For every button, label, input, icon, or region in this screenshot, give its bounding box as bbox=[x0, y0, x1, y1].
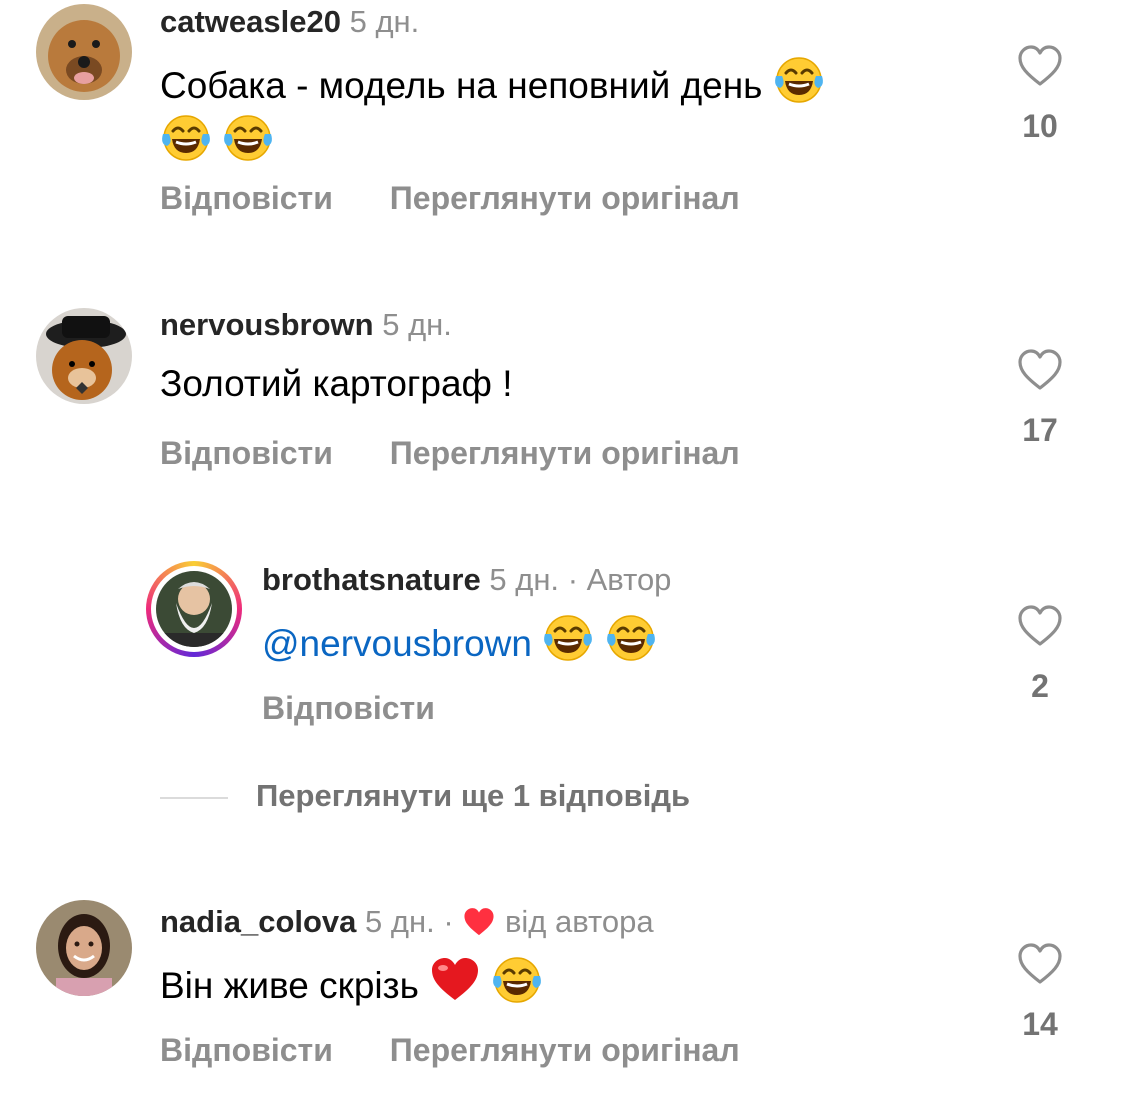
comment-text: Він живе скрізь bbox=[160, 954, 543, 1012]
username[interactable]: nadia_colova bbox=[160, 904, 356, 939]
like-count: 14 bbox=[1022, 1006, 1058, 1042]
username[interactable]: catweasle20 bbox=[160, 4, 341, 39]
timestamp: 5 дн. bbox=[382, 307, 452, 342]
username[interactable]: nervousbrown bbox=[160, 307, 374, 342]
laugh-emoji-icon bbox=[492, 956, 543, 1004]
comment-actions: Відповісти Переглянути оригінал bbox=[160, 1030, 740, 1070]
comment-body: Він живе скрізь bbox=[160, 965, 419, 1006]
heart-outline-icon[interactable] bbox=[1017, 348, 1063, 392]
replies-divider-line bbox=[160, 796, 228, 799]
reply-button[interactable]: Відповісти bbox=[160, 435, 333, 471]
like-count: 2 bbox=[1031, 668, 1049, 704]
comment-body: Золотий картограф ! bbox=[160, 363, 513, 404]
reply-button[interactable]: Відповісти bbox=[160, 180, 333, 216]
reply-button[interactable]: Відповісти bbox=[160, 1032, 333, 1068]
like-control: 14 bbox=[1010, 942, 1070, 1043]
laugh-emoji-icon bbox=[605, 614, 656, 662]
comment-actions: Відповісти bbox=[262, 688, 435, 728]
laugh-emoji-icon bbox=[773, 56, 825, 104]
comment-text: Золотий картограф ! bbox=[160, 358, 513, 410]
heart-outline-icon[interactable] bbox=[1017, 604, 1063, 648]
avatar[interactable] bbox=[36, 308, 132, 404]
view-more-replies-button[interactable]: Переглянути ще 1 відповідь bbox=[160, 778, 690, 814]
author-badge: · Автор bbox=[567, 562, 672, 597]
laugh-emoji-icon bbox=[542, 614, 594, 662]
heart-filled-icon bbox=[464, 908, 494, 936]
separator-dot: · bbox=[443, 904, 454, 939]
heart-outline-icon[interactable] bbox=[1017, 44, 1063, 88]
like-control: 17 bbox=[1010, 348, 1070, 449]
comment-meta: catweasle20 5 дн. bbox=[160, 2, 419, 42]
comment-text: @nervousbrown bbox=[262, 612, 657, 670]
timestamp: 5 дн. bbox=[349, 4, 420, 39]
view-original-button[interactable]: Переглянути оригінал bbox=[390, 435, 740, 471]
comment-meta: brothatsnature 5 дн. · Автор bbox=[262, 560, 671, 600]
liked-by-author-label: від автора bbox=[504, 904, 654, 939]
comment-actions: Відповісти Переглянути оригінал bbox=[160, 178, 740, 218]
like-count: 10 bbox=[1022, 108, 1058, 144]
like-control: 10 bbox=[1010, 44, 1070, 145]
heart-outline-icon[interactable] bbox=[1017, 942, 1063, 986]
view-more-replies-label: Переглянути ще 1 відповідь bbox=[256, 778, 691, 813]
comment-body: Собака - модель на неповний день bbox=[160, 65, 763, 106]
mention-link[interactable]: @nervousbrown bbox=[262, 623, 532, 664]
red-heart-emoji-icon bbox=[432, 958, 479, 1000]
view-original-button[interactable]: Переглянути оригінал bbox=[390, 180, 740, 216]
view-original-button[interactable]: Переглянути оригінал bbox=[390, 1032, 740, 1068]
avatar[interactable] bbox=[36, 900, 132, 996]
timestamp: 5 дн. bbox=[489, 562, 560, 597]
comment-actions: Відповісти Переглянути оригінал bbox=[160, 433, 740, 473]
laugh-emoji-icon bbox=[222, 114, 274, 162]
comment-meta: nadia_colova 5 дн. · від автора bbox=[160, 902, 654, 942]
laugh-emoji-icon bbox=[160, 114, 212, 162]
comment-meta: nervousbrown 5 дн. bbox=[160, 305, 452, 345]
username[interactable]: brothatsnature bbox=[262, 562, 481, 597]
like-count: 17 bbox=[1022, 412, 1058, 448]
reply-button[interactable]: Відповісти bbox=[262, 690, 435, 726]
like-control: 2 bbox=[1010, 604, 1070, 705]
avatar-story-ring[interactable] bbox=[146, 561, 242, 657]
timestamp: 5 дн. bbox=[365, 904, 435, 939]
avatar bbox=[156, 571, 232, 647]
comment-text: Собака - модель на неповний день bbox=[160, 54, 960, 170]
avatar[interactable] bbox=[36, 4, 132, 100]
